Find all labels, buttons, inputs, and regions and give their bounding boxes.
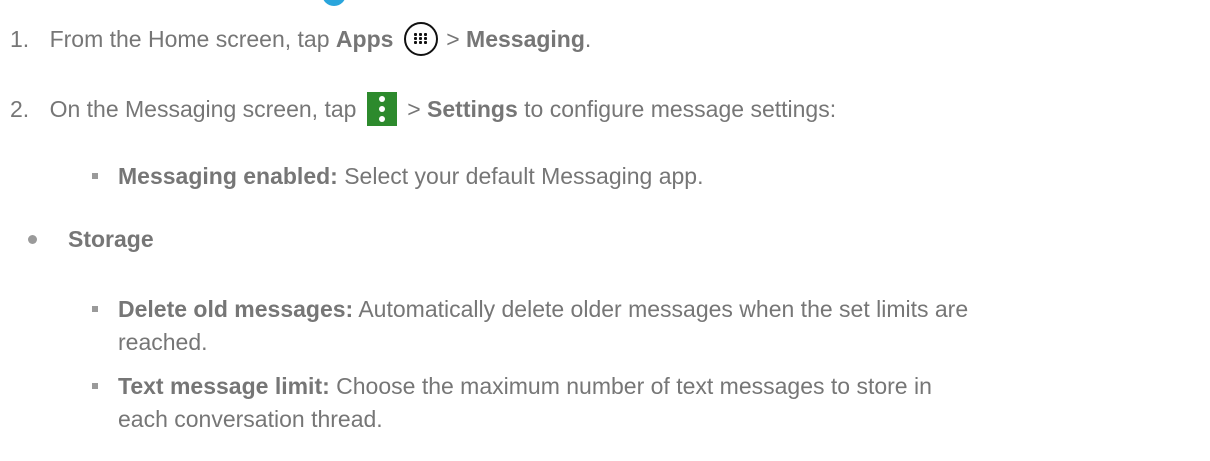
apps-grid-icon xyxy=(403,22,438,56)
cropped-heading-fragment xyxy=(322,0,346,6)
more-options-icon xyxy=(366,92,397,126)
step-2-settings-label: Settings xyxy=(427,96,518,123)
step-2-separator: > xyxy=(400,96,428,123)
step-2: 2. On the Messaging screen, tap > Settin… xyxy=(10,92,837,128)
delete-old-messages-label: Delete old messages: xyxy=(118,296,354,322)
step-2-text: On the Messaging screen, tap xyxy=(49,96,363,123)
round-bullet-icon xyxy=(28,235,37,244)
text-message-limit-desc-2: each conversation thread. xyxy=(118,406,383,432)
step-1-end: . xyxy=(584,26,592,53)
storage-heading-text: Storage xyxy=(68,226,154,252)
square-bullet-icon xyxy=(92,306,98,312)
delete-old-messages-desc-2: reached. xyxy=(118,329,208,355)
step-1-text: From the Home screen, tap xyxy=(49,26,336,53)
messaging-enabled-item: Messaging enabled: Select your default M… xyxy=(118,162,704,190)
step-1-apps-label: Apps xyxy=(335,26,394,53)
delete-old-messages-desc: Automatically delete older messages when… xyxy=(353,296,969,322)
step-1-messaging-label: Messaging xyxy=(466,26,585,53)
step-1-separator: > xyxy=(439,26,467,53)
messaging-enabled-label: Messaging enabled: xyxy=(118,163,338,189)
text-message-limit-item: Text message limit: Choose the maximum n… xyxy=(118,372,932,400)
delete-old-messages-continuation: reached. xyxy=(118,328,208,356)
square-bullet-icon xyxy=(92,173,98,179)
square-bullet-icon xyxy=(92,383,98,389)
text-message-limit-desc: Choose the maximum number of text messag… xyxy=(329,373,932,399)
delete-old-messages-item: Delete old messages: Automatically delet… xyxy=(118,295,968,323)
messaging-enabled-desc: Select your default Messaging app. xyxy=(337,163,704,189)
storage-heading: Storage xyxy=(68,225,154,253)
step-1-number: 1. xyxy=(10,26,30,53)
step-1: 1. From the Home screen, tap Apps > Mess… xyxy=(10,22,592,58)
text-message-limit-continuation: each conversation thread. xyxy=(118,405,383,433)
text-message-limit-label: Text message limit: xyxy=(118,373,330,399)
step-2-text-after: to configure message settings: xyxy=(517,96,837,123)
step-2-number: 2. xyxy=(10,96,30,123)
